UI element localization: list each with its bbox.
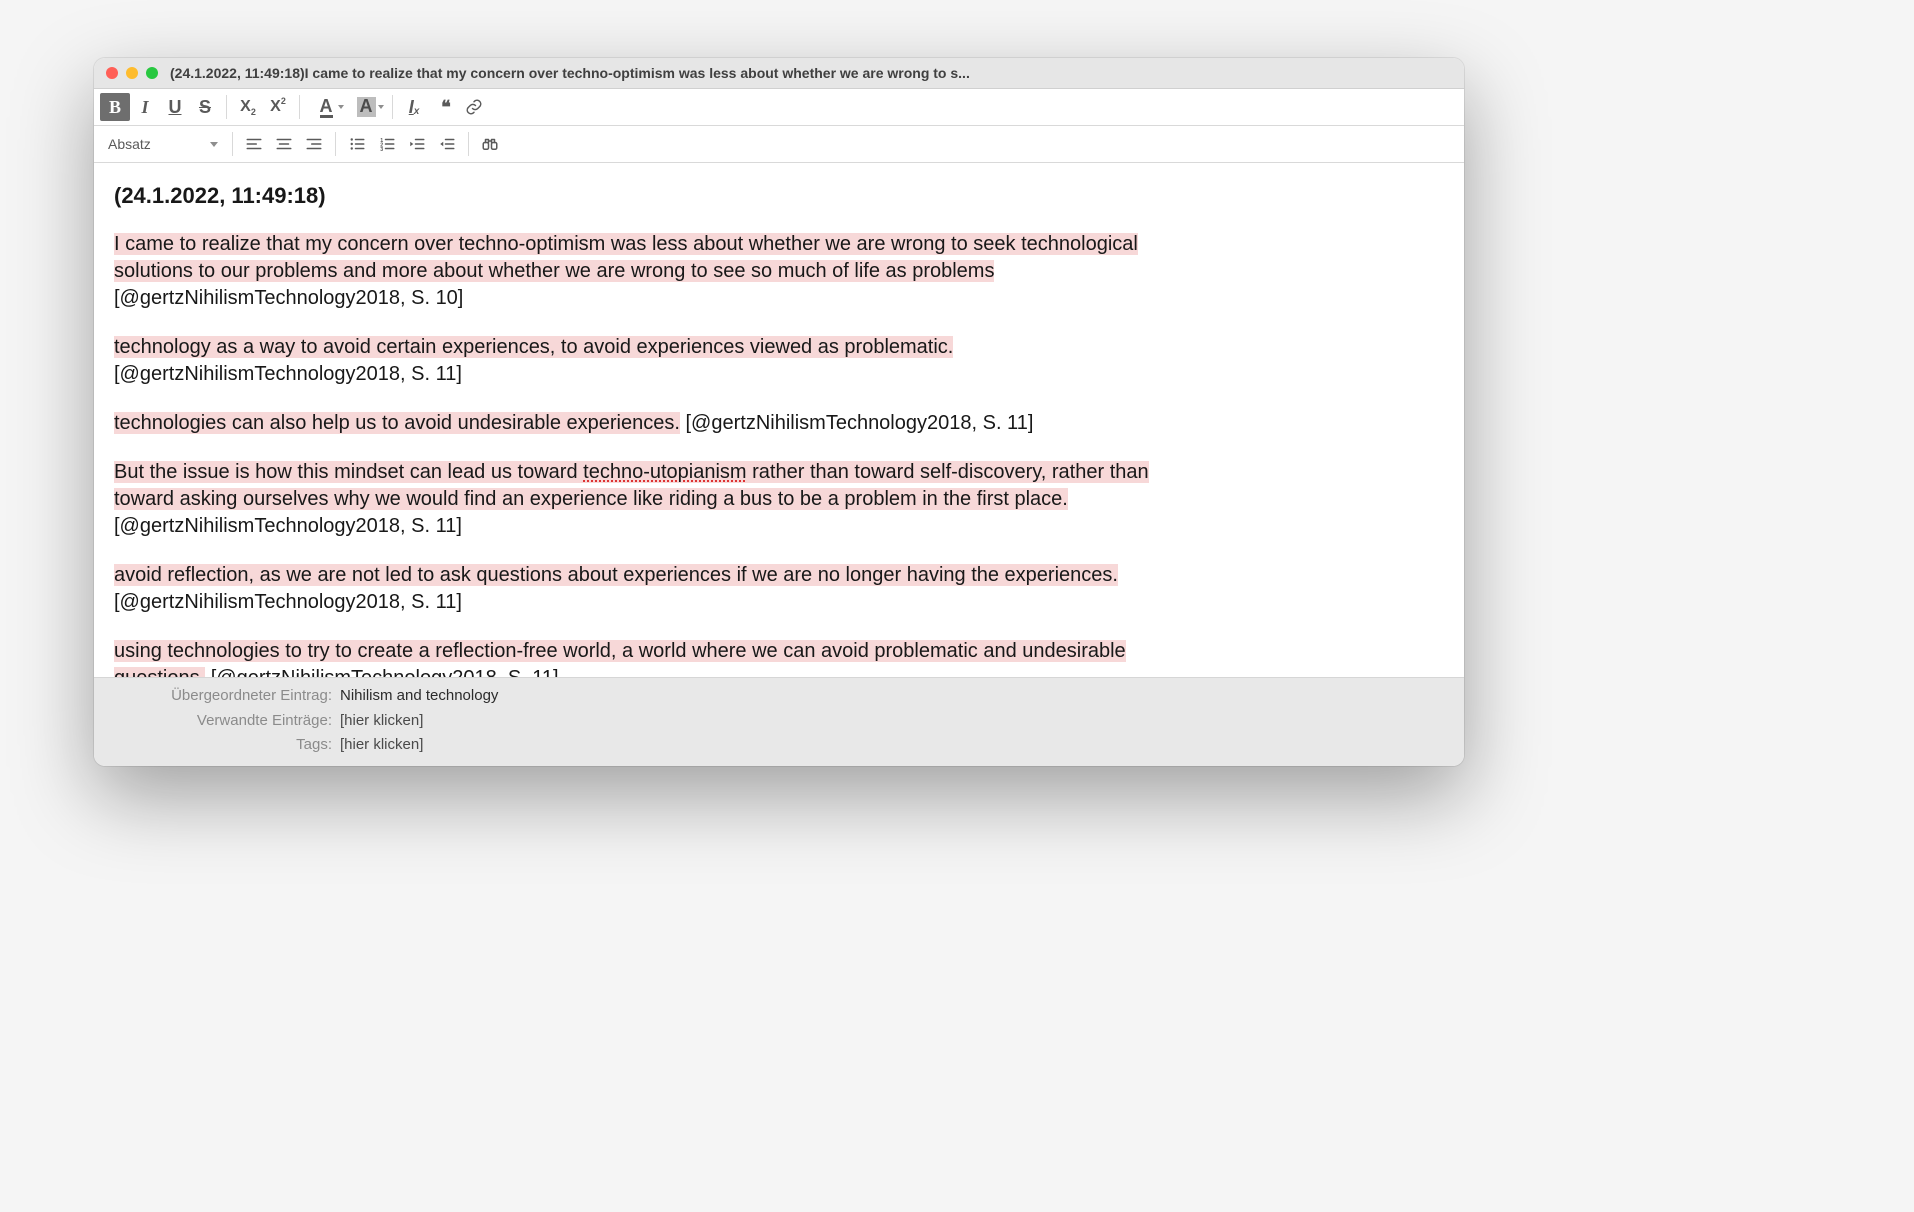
paragraph-1: I came to realize that my concern over t… xyxy=(114,231,1444,312)
superscript-button[interactable]: X2 xyxy=(263,93,293,121)
close-window-button[interactable] xyxy=(106,67,118,79)
bold-button[interactable]: B xyxy=(100,93,130,121)
outdent-icon xyxy=(408,135,426,153)
tags-row: Tags: [hier klicken] xyxy=(94,733,1464,758)
paragraph-5: avoid reflection, as we are not led to a… xyxy=(114,562,1444,616)
align-left-button[interactable] xyxy=(239,130,269,158)
spellcheck-underline: techno-utopianism xyxy=(583,461,746,483)
align-center-button[interactable] xyxy=(269,130,299,158)
parent-entry-label: Übergeordneter Eintrag: xyxy=(94,684,340,709)
metadata-footer: Übergeordneter Eintrag: Nihilism and tec… xyxy=(94,677,1464,766)
strikethrough-button[interactable]: S xyxy=(190,93,220,121)
underline-button[interactable]: U xyxy=(160,93,190,121)
editor-toolbar: B I U S X2 X2 A A Ix ❝ xyxy=(94,89,1464,163)
text-color-button[interactable]: A xyxy=(306,93,346,121)
indent-icon xyxy=(438,135,456,153)
highlight-span: questions. xyxy=(114,667,205,677)
chevron-down-icon xyxy=(210,142,218,147)
link-icon xyxy=(465,98,483,116)
paragraph-4: But the issue is how this mindset can le… xyxy=(114,459,1444,540)
highlight-span: I came to realize that my concern over t… xyxy=(114,233,1138,255)
italic-button[interactable]: I xyxy=(130,93,160,121)
minimize-window-button[interactable] xyxy=(126,67,138,79)
zoom-window-button[interactable] xyxy=(146,67,158,79)
toolbar-row-text-style: B I U S X2 X2 A A Ix ❝ xyxy=(94,89,1464,125)
paragraph-format-select[interactable]: Absatz xyxy=(100,130,226,158)
highlight-span: technologies can also help us to avoid u… xyxy=(114,412,680,434)
align-right-icon xyxy=(305,135,323,153)
paragraph-3: technologies can also help us to avoid u… xyxy=(114,410,1444,437)
parent-entry-row: Übergeordneter Eintrag: Nihilism and tec… xyxy=(94,684,1464,709)
highlight-span: solutions to our problems and more about… xyxy=(114,260,994,282)
highlight-span: toward asking ourselves why we would fin… xyxy=(114,488,1068,510)
align-center-icon xyxy=(275,135,293,153)
highlight-span: technology as a way to avoid certain exp… xyxy=(114,336,953,358)
window-title: (24.1.2022, 11:49:18)I came to realize t… xyxy=(170,65,1452,81)
citation-text: [@gertzNihilismTechnology2018, S. 11] xyxy=(114,591,462,613)
related-entries-value[interactable]: [hier klicken] xyxy=(340,709,423,734)
ordered-list-button[interactable]: 1 2 3 xyxy=(372,130,402,158)
outdent-button[interactable] xyxy=(402,130,432,158)
indent-button[interactable] xyxy=(432,130,462,158)
unordered-list-button[interactable] xyxy=(342,130,372,158)
parent-entry-value[interactable]: Nihilism and technology xyxy=(340,684,498,709)
citation-text: [@gertzNihilismTechnology2018, S. 11] xyxy=(114,515,462,537)
note-editor-window: (24.1.2022, 11:49:18) I came to realize t… xyxy=(94,58,1464,766)
paragraph-6: using technologies to try to create a re… xyxy=(114,638,1444,677)
highlight-span: But the issue is how this mindset can le… xyxy=(114,461,1149,483)
bullet-list-icon xyxy=(348,135,366,153)
related-entries-row: Verwandte Einträge: [hier klicken] xyxy=(94,709,1464,734)
align-left-icon xyxy=(245,135,263,153)
highlight-span: using technologies to try to create a re… xyxy=(114,640,1126,662)
svg-text:3: 3 xyxy=(380,147,383,153)
subscript-button[interactable]: X2 xyxy=(233,93,263,121)
paragraph-2: technology as a way to avoid certain exp… xyxy=(114,334,1444,388)
binoculars-icon xyxy=(481,135,499,153)
find-replace-button[interactable] xyxy=(475,130,505,158)
insert-link-button[interactable] xyxy=(459,93,489,121)
citation-text: [@gertzNihilismTechnology2018, S. 11] xyxy=(680,412,1033,434)
toolbar-row-paragraph: Absatz 1 2 3 xyxy=(94,125,1464,162)
clear-formatting-button[interactable]: Ix xyxy=(399,93,429,121)
tags-label: Tags: xyxy=(94,733,340,758)
highlight-span: avoid reflection, as we are not led to a… xyxy=(114,564,1118,586)
blockquote-button[interactable]: ❝ xyxy=(429,93,459,121)
note-timestamp-heading: (24.1.2022, 11:49:18) xyxy=(114,181,1444,211)
align-right-button[interactable] xyxy=(299,130,329,158)
related-entries-label: Verwandte Einträge: xyxy=(94,709,340,734)
titlebar: (24.1.2022, 11:49:18)I came to realize t… xyxy=(94,58,1464,89)
citation-text: [@gertzNihilismTechnology2018, S. 10] xyxy=(114,287,463,309)
highlight-color-button[interactable]: A xyxy=(346,93,386,121)
window-controls xyxy=(106,67,158,79)
editor-content[interactable]: (24.1.2022, 11:49:18) I came to realize … xyxy=(94,163,1464,677)
numbered-list-icon: 1 2 3 xyxy=(378,135,396,153)
citation-text: [@gertzNihilismTechnology2018, S. 11] xyxy=(114,363,462,385)
citation-text: [@gertzNihilismTechnology2018, S. 11] xyxy=(205,667,558,677)
tags-value[interactable]: [hier klicken] xyxy=(340,733,423,758)
paragraph-format-label: Absatz xyxy=(108,136,151,152)
